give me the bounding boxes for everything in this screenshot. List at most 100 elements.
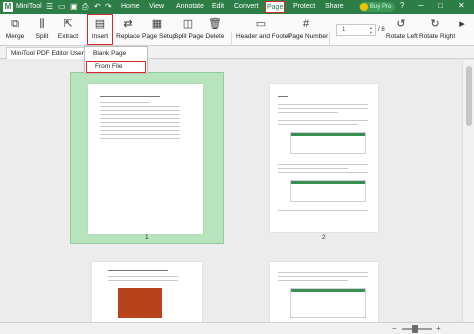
rotate-left-label: Rotate Left xyxy=(386,33,418,40)
text-line xyxy=(278,124,358,125)
rotate-left-icon: ↺ xyxy=(396,18,406,30)
title-bar: M MiniTool ☰ ▭ ▣ ⎙ ↶ ↷ Home View Annotat… xyxy=(0,0,474,14)
text-line xyxy=(100,134,180,135)
page-number-label: 1 xyxy=(145,234,149,241)
text-line xyxy=(108,276,178,277)
replace-button[interactable]: ⇄ Replace xyxy=(114,14,142,46)
page-setup-button[interactable]: ▦ Page Setup xyxy=(142,14,176,46)
extract-button[interactable]: ⇱ Extract xyxy=(55,14,81,46)
split-page-icon: ◫ xyxy=(182,18,194,30)
close-icon[interactable]: ✕ xyxy=(458,1,465,10)
page-thumbnail-workspace: 1 2 xyxy=(0,60,462,322)
page-ribbon: ⧉ Merge ⫼ Split ⇱ Extract ▤ Insert ⇄ Rep… xyxy=(0,14,474,56)
print-icon[interactable]: ⎙ xyxy=(82,2,88,12)
insert-dropdown-menu: Blank Page From File xyxy=(84,46,148,74)
maximize-icon[interactable]: □ xyxy=(438,1,443,10)
header-footer-button[interactable]: ▭ Header and Footer xyxy=(236,14,291,46)
buy-pro-label: Buy Pro xyxy=(370,4,392,10)
insert-highlight xyxy=(87,14,113,45)
scrollbar-thumb[interactable] xyxy=(466,66,472,126)
rotate-left-button[interactable]: ↺ Rotate Left xyxy=(386,14,418,46)
minitool-pdf-editor-window: M MiniTool ☰ ▭ ▣ ⎙ ↶ ↷ Home View Annotat… xyxy=(0,0,474,334)
screenshot-figure xyxy=(290,132,366,154)
page-number-label: Page Number xyxy=(288,33,329,40)
page-title-line xyxy=(108,270,168,271)
redo-icon[interactable]: ↷ xyxy=(105,2,112,12)
text-line xyxy=(278,280,348,281)
page-total: / 8 xyxy=(378,27,385,33)
document-tab-bar: MiniTool PDF Editor User Guide xyxy=(0,46,474,59)
split-page-label: Split Page xyxy=(174,33,204,40)
menu-view[interactable]: View xyxy=(149,3,164,10)
rotate-right-button[interactable]: ↻ Rotate Right xyxy=(419,14,456,46)
text-line xyxy=(100,118,180,119)
text-line xyxy=(278,164,368,165)
buy-pro-button[interactable]: Buy Pro xyxy=(359,2,396,12)
page-title-line xyxy=(278,96,288,97)
text-line xyxy=(100,130,180,131)
page-number-input[interactable]: 1 ▲ ▼ xyxy=(336,24,376,36)
merge-label: Merge xyxy=(5,33,25,40)
blank-page-option[interactable]: Blank Page xyxy=(85,48,147,60)
menu-protect[interactable]: Protect xyxy=(293,3,315,10)
header-footer-icon: ▭ xyxy=(255,18,267,30)
vertical-scrollbar[interactable] xyxy=(462,60,474,322)
merge-icon: ⧉ xyxy=(11,18,19,30)
page-thumbnail-4[interactable] xyxy=(270,262,378,322)
page-setup-icon: ▦ xyxy=(151,18,163,30)
split-button[interactable]: ⫼ Split xyxy=(30,14,54,46)
help-icon[interactable]: ? xyxy=(400,1,404,10)
rotate-right-label: Rotate Right xyxy=(419,33,456,40)
delete-button[interactable]: 🗑 Delete xyxy=(204,14,226,46)
page-thumbnail-2[interactable] xyxy=(270,84,378,232)
extract-icon: ⇱ xyxy=(63,18,73,30)
delete-icon: 🗑 xyxy=(208,18,222,30)
replace-icon: ⇄ xyxy=(123,18,133,30)
save-icon[interactable]: ▣ xyxy=(70,2,78,12)
minitool-logo-icon: M xyxy=(3,2,13,12)
zoom-slider-handle[interactable] xyxy=(412,325,418,333)
page-thumbnail-3[interactable] xyxy=(92,262,202,322)
text-line xyxy=(100,138,180,139)
text-line xyxy=(100,126,180,127)
zoom-in-button[interactable]: + xyxy=(436,324,441,334)
text-line xyxy=(100,102,150,103)
more-tools-button[interactable]: ▸ xyxy=(455,14,469,46)
text-line xyxy=(278,108,368,109)
current-page-value: 1 xyxy=(342,27,346,33)
zoom-out-button[interactable]: − xyxy=(392,324,397,334)
page-number-button[interactable]: # Page Number xyxy=(288,14,329,46)
replace-label: Replace xyxy=(116,33,140,40)
menu-share[interactable]: Share xyxy=(325,3,344,10)
menu-page[interactable]: Page xyxy=(265,1,286,13)
split-page-button[interactable]: ◫ Split Page xyxy=(174,14,204,46)
page-thumbnail-1[interactable] xyxy=(88,84,203,234)
minimize-icon[interactable]: ─ xyxy=(418,1,424,10)
from-file-option[interactable]: From File xyxy=(86,61,146,73)
split-icon: ⫼ xyxy=(39,18,45,30)
text-line xyxy=(100,106,180,107)
screenshot-figure xyxy=(290,288,366,318)
text-line xyxy=(278,104,368,105)
menu-edit[interactable]: Edit xyxy=(212,3,224,10)
menu-convert[interactable]: Convert xyxy=(234,3,259,10)
text-line xyxy=(278,272,368,273)
extract-label: Extract xyxy=(57,33,79,40)
menu-annotate[interactable]: Annotate xyxy=(176,3,204,10)
undo-icon[interactable]: ↶ xyxy=(94,2,101,12)
text-line xyxy=(278,112,338,113)
delete-label: Delete xyxy=(205,33,225,40)
open-folder-icon[interactable]: ▭ xyxy=(58,2,66,12)
avatar xyxy=(360,3,368,11)
text-line xyxy=(278,168,348,169)
menu-icon[interactable]: ☰ xyxy=(46,2,53,12)
app-name: MiniTool xyxy=(16,3,42,10)
page-number-icon: # xyxy=(302,18,310,30)
merge-button[interactable]: ⧉ Merge xyxy=(2,14,28,46)
page-spinner-icon[interactable]: ▲ ▼ xyxy=(369,25,373,35)
more-icon: ▸ xyxy=(459,18,465,30)
text-line xyxy=(108,280,178,281)
menu-home[interactable]: Home xyxy=(121,3,140,10)
header-footer-label: Header and Footer xyxy=(236,33,291,40)
text-line xyxy=(100,110,180,111)
